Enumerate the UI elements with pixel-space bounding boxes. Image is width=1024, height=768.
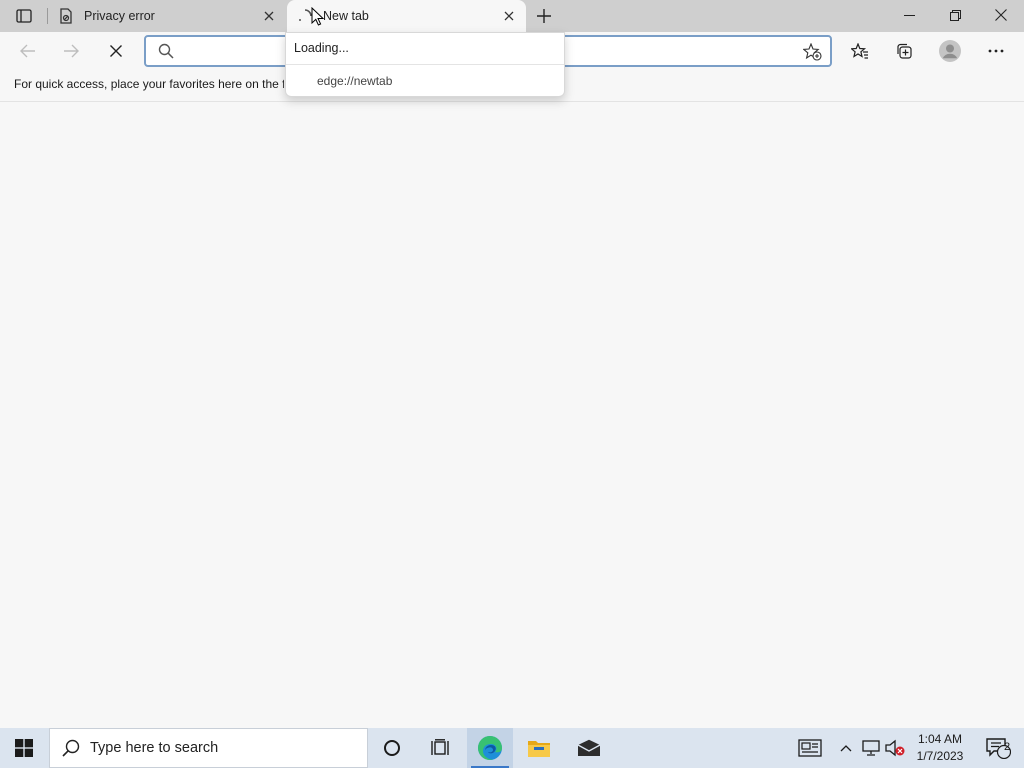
tab-actions-button[interactable] xyxy=(10,6,38,26)
dropdown-status: Loading... xyxy=(294,41,349,55)
privacy-error-icon xyxy=(58,8,74,24)
close-icon xyxy=(995,9,1007,21)
folder-icon xyxy=(528,741,550,757)
volume-button[interactable] xyxy=(884,728,906,768)
taskbar-search-placeholder: Type here to search xyxy=(90,740,219,756)
clock-date: 1/7/2023 xyxy=(916,749,964,763)
mail-icon xyxy=(577,739,601,756)
minimize-button[interactable] xyxy=(886,0,932,30)
close-icon xyxy=(264,11,274,21)
taskbar-edge-button[interactable] xyxy=(467,728,513,768)
forward-button[interactable] xyxy=(55,36,87,66)
star-add-icon xyxy=(802,43,822,61)
action-center-button[interactable]: 2 xyxy=(978,728,1018,768)
restore-button[interactable] xyxy=(932,0,978,30)
clock-time: 1:04 AM xyxy=(917,732,963,746)
tab-title: Privacy error xyxy=(84,9,155,23)
task-view-icon xyxy=(431,739,449,755)
back-button[interactable] xyxy=(12,36,44,66)
more-dots-icon xyxy=(988,49,1004,53)
collections-button[interactable] xyxy=(888,36,920,66)
volume-muted-icon xyxy=(885,739,905,757)
close-window-button[interactable] xyxy=(978,0,1024,30)
news-icon xyxy=(798,739,822,757)
news-and-interests-button[interactable] xyxy=(792,728,828,768)
address-suggestions-dropdown: Loading... edge://newtab xyxy=(285,32,565,97)
taskbar-clock[interactable]: 1:04 AM 1/7/2023 xyxy=(908,728,972,768)
search-icon xyxy=(62,739,80,757)
search-icon xyxy=(158,43,174,64)
notification-count-badge: 2 xyxy=(1003,741,1011,753)
tab-strip: Privacy error New tab xyxy=(0,0,1024,32)
tab-title: New tab xyxy=(323,9,369,23)
new-tab-button[interactable] xyxy=(532,4,556,28)
favorites-button[interactable] xyxy=(844,36,876,66)
favorites-star-icon xyxy=(851,43,868,59)
close-tab-button[interactable] xyxy=(498,5,520,27)
page-content xyxy=(0,103,1024,728)
suggestion-label: edge://newtab xyxy=(317,74,393,88)
close-tab-button[interactable] xyxy=(258,5,280,27)
show-hidden-icons-button[interactable] xyxy=(836,728,856,768)
back-arrow-icon xyxy=(20,44,35,58)
cortana-icon xyxy=(384,740,400,756)
close-icon xyxy=(504,11,514,21)
start-button[interactable] xyxy=(0,728,48,768)
windows-taskbar: Type here to search 1:04 AM 1/7/2023 2 xyxy=(0,728,1024,768)
taskbar-mail-button[interactable] xyxy=(566,728,612,768)
tab-privacy-error[interactable]: Privacy error xyxy=(48,0,286,32)
task-view-button[interactable] xyxy=(418,728,462,768)
cortana-button[interactable] xyxy=(370,728,414,768)
favorites-bar-hint: For quick access, place your favorites h… xyxy=(14,77,284,91)
tab-actions-icon xyxy=(16,9,32,23)
taskbar-file-explorer-button[interactable] xyxy=(516,728,562,768)
taskbar-search-box[interactable]: Type here to search xyxy=(49,728,368,768)
settings-more-button[interactable] xyxy=(980,36,1012,66)
profile-button[interactable] xyxy=(934,36,966,66)
network-icon xyxy=(862,740,880,756)
forward-arrow-icon xyxy=(64,44,79,58)
edge-browser-icon xyxy=(478,736,502,760)
collections-icon xyxy=(897,43,912,59)
add-favorite-button[interactable] xyxy=(802,42,822,62)
avatar-icon xyxy=(939,40,961,62)
stop-loading-button[interactable] xyxy=(100,36,132,66)
minimize-icon xyxy=(903,14,915,16)
network-button[interactable] xyxy=(860,728,882,768)
windows-logo-icon xyxy=(15,739,33,757)
mouse-cursor-icon xyxy=(311,7,324,26)
suggestion-item[interactable]: edge://newtab xyxy=(286,66,564,96)
plus-icon xyxy=(537,9,551,23)
restore-icon xyxy=(949,9,961,21)
chevron-up-icon xyxy=(840,745,852,752)
dropdown-divider xyxy=(286,64,564,65)
stop-icon xyxy=(110,45,122,57)
